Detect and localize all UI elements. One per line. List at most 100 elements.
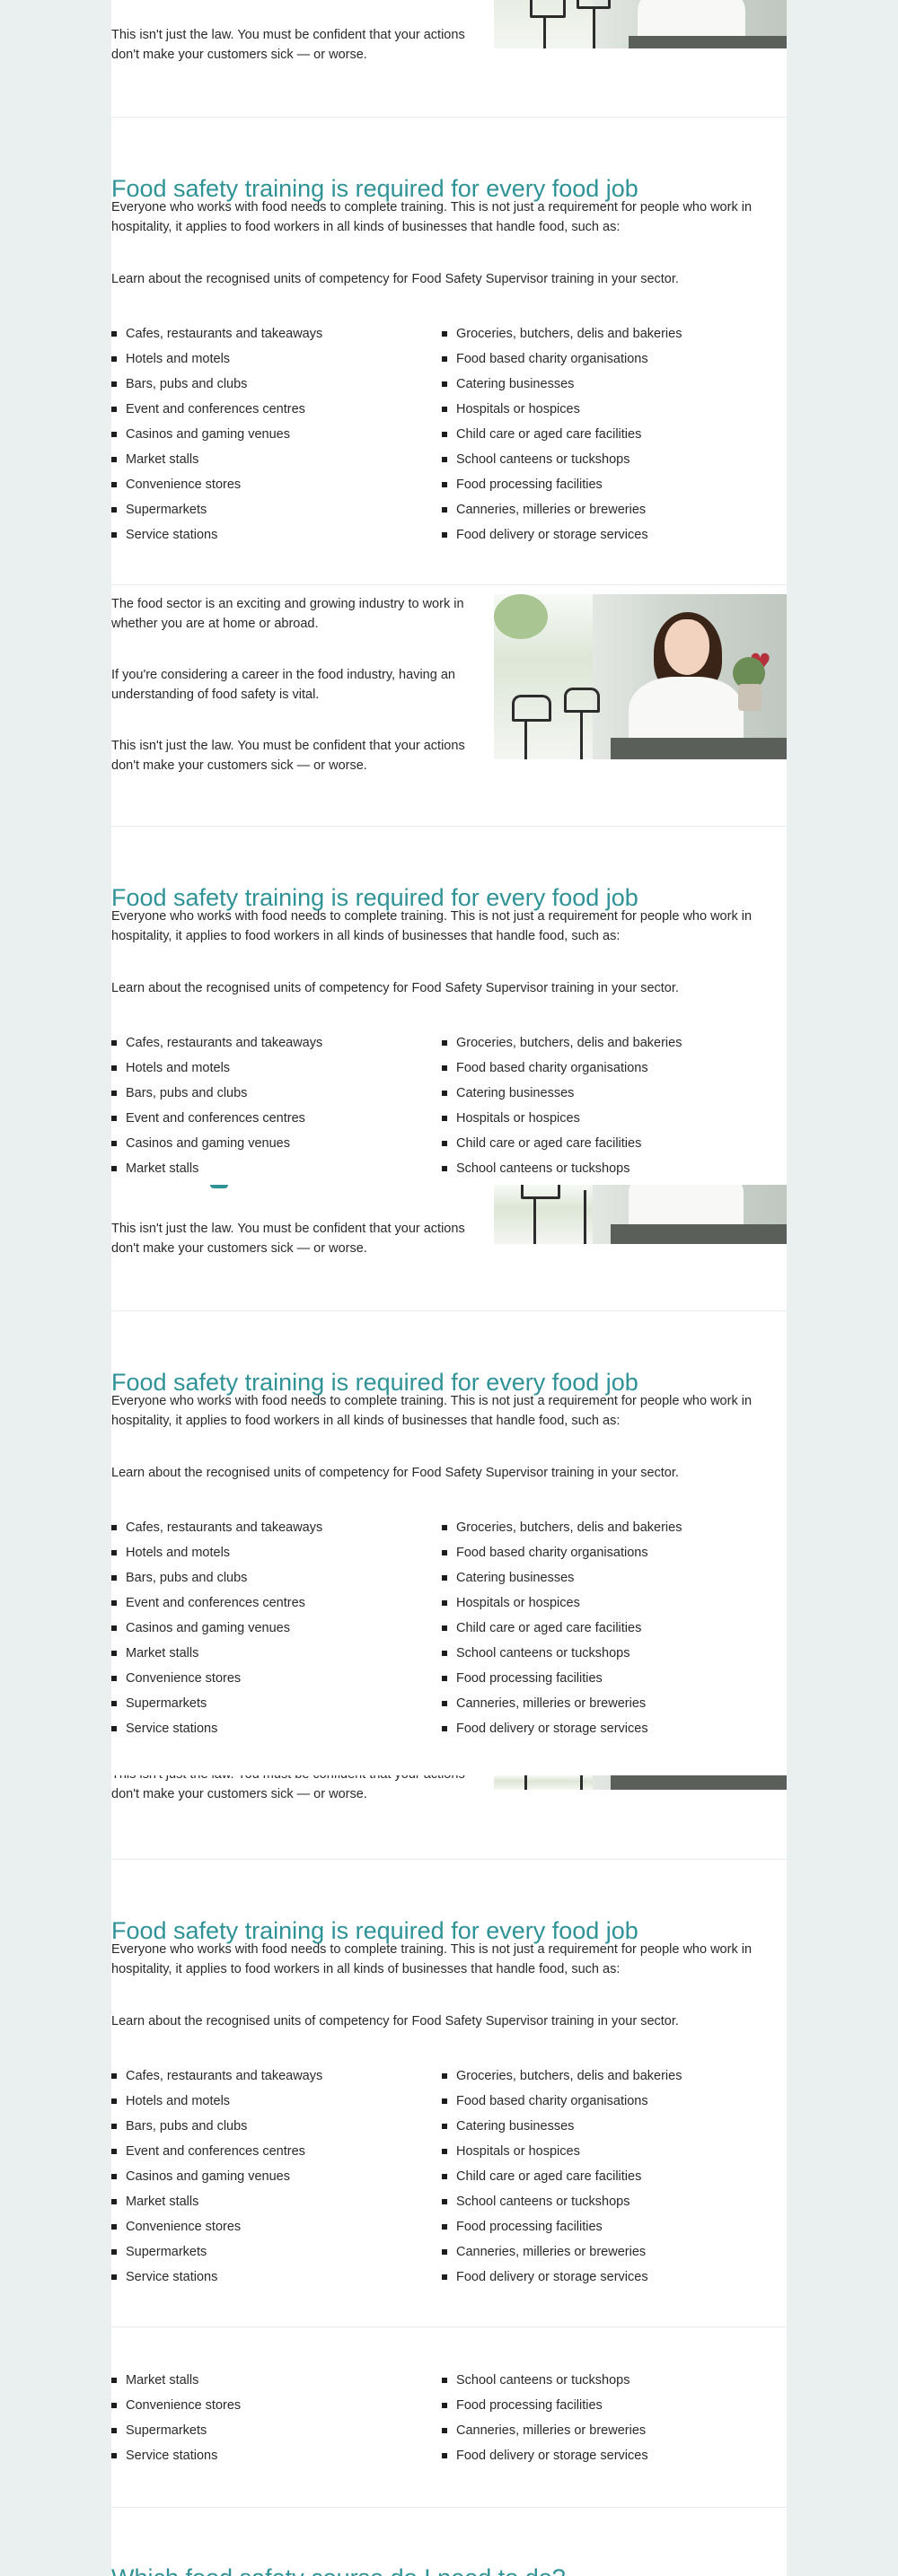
intro-paragraph-3: This isn't just the law. You must be con… bbox=[111, 1222, 465, 1256]
chair-image bbox=[521, 1185, 560, 1199]
list-item: Cafes, restaurants and takeaways bbox=[111, 2066, 435, 2091]
list-item: Hotels and motels bbox=[111, 349, 435, 374]
training-section-2: Food safety training is required for eve… bbox=[111, 827, 787, 1185]
list-item: Food based charity organisations bbox=[442, 2091, 765, 2116]
list-item: Convenience stores bbox=[111, 2217, 435, 2242]
business-list-left: Cafes, restaurants and takeaways Hotels … bbox=[111, 2066, 435, 2292]
list-item: Casinos and gaming venues bbox=[111, 1618, 435, 1643]
window-image bbox=[494, 1775, 593, 1790]
intro-paragraph-3: This isn't just the law. You must be con… bbox=[111, 739, 465, 773]
intro-paragraph-3: This isn't just the law. You must be con… bbox=[111, 1775, 465, 1801]
list-item: Hotels and motels bbox=[111, 1543, 435, 1568]
list-item: Food delivery or storage services bbox=[442, 525, 765, 550]
list-item: Food processing facilities bbox=[442, 2396, 765, 2421]
list-item: Canneries, milleries or breweries bbox=[442, 2421, 765, 2446]
list-item: Bars, pubs and clubs bbox=[111, 1568, 435, 1593]
list-item: Casinos and gaming venues bbox=[111, 2167, 435, 2192]
list-fragment-section: Market stalls Convenience stores Superma… bbox=[111, 2327, 787, 2507]
chair-image bbox=[577, 0, 611, 9]
list-item: Hotels and motels bbox=[111, 2091, 435, 2116]
list-item: Child care or aged care facilities bbox=[442, 1134, 765, 1159]
chair-leg bbox=[580, 1775, 583, 1790]
chair-leg bbox=[593, 9, 595, 48]
list-item: Market stalls bbox=[111, 450, 435, 475]
woman-face-image bbox=[665, 619, 709, 675]
business-list-right: School canteens or tuckshops Food proces… bbox=[442, 2370, 765, 2471]
list-item: Groceries, butchers, delis and bakeries bbox=[442, 1033, 765, 1058]
list-item: Market stalls bbox=[111, 2192, 435, 2217]
chair-image bbox=[512, 695, 551, 722]
chair-leg bbox=[584, 1190, 586, 1244]
business-list-left: Cafes, restaurants and takeaways Hotels … bbox=[111, 324, 435, 550]
table-image bbox=[629, 36, 787, 48]
list-item: Food delivery or storage services bbox=[442, 2446, 765, 2471]
list-item: Food based charity organisations bbox=[442, 1543, 765, 1568]
training-description: Everyone who works with food needs to co… bbox=[111, 1394, 753, 1428]
list-item: Supermarkets bbox=[111, 1694, 435, 1719]
chair-image bbox=[564, 688, 600, 713]
page: This isn't just the law. You must be con… bbox=[111, 0, 787, 2576]
list-item: Catering businesses bbox=[442, 1568, 765, 1593]
list-item: Food delivery or storage services bbox=[442, 2267, 765, 2292]
training-section-1: Food safety training is required for eve… bbox=[111, 118, 787, 584]
table-image bbox=[611, 1775, 787, 1790]
list-item: Canneries, milleries or breweries bbox=[442, 2242, 765, 2267]
intro-section: The food sector is an exciting and growi… bbox=[111, 585, 787, 826]
list-item: School canteens or tuckshops bbox=[442, 2370, 765, 2396]
business-list-left: Cafes, restaurants and takeaways Hotels … bbox=[111, 1033, 435, 1184]
list-item: School canteens or tuckshops bbox=[442, 1159, 765, 1184]
business-list-right: Groceries, butchers, delis and bakeries … bbox=[442, 324, 765, 550]
list-item: Food delivery or storage services bbox=[442, 1719, 765, 1744]
list-item: Cafes, restaurants and takeaways bbox=[111, 1518, 435, 1543]
list-item: Market stalls bbox=[111, 1159, 435, 1184]
training-section-4: Food safety training is required for eve… bbox=[111, 1860, 787, 2326]
chair-leg bbox=[543, 18, 546, 48]
list-item: Supermarkets bbox=[111, 500, 435, 525]
list-item: Hospitals or hospices bbox=[442, 399, 765, 425]
list-item: Service stations bbox=[111, 2446, 435, 2471]
cafe-worker-photo bbox=[494, 1775, 787, 1790]
list-item: Supermarkets bbox=[111, 2421, 435, 2446]
list-item: Convenience stores bbox=[111, 1669, 435, 1694]
list-item: Food based charity organisations bbox=[442, 349, 765, 374]
list-item: Groceries, butchers, delis and bakeries bbox=[442, 2066, 765, 2091]
list-item: Bars, pubs and clubs bbox=[111, 374, 435, 399]
table-image bbox=[611, 1224, 787, 1244]
list-item: Food processing facilities bbox=[442, 475, 765, 500]
training-learn-text: Learn about the recognised units of comp… bbox=[111, 272, 679, 286]
list-item: Child care or aged care facilities bbox=[442, 1618, 765, 1643]
list-item: Cafes, restaurants and takeaways bbox=[111, 1033, 435, 1058]
list-item: Hospitals or hospices bbox=[442, 2142, 765, 2167]
list-item: Bars, pubs and clubs bbox=[111, 1083, 435, 1108]
intro-paragraph-2: If you're considering a career in the fo… bbox=[111, 668, 455, 702]
list-item: Service stations bbox=[111, 525, 435, 550]
list-item: Hospitals or hospices bbox=[442, 1593, 765, 1618]
list-item: Supermarkets bbox=[111, 2242, 435, 2267]
list-item: Market stalls bbox=[111, 2370, 435, 2396]
cafe-worker-photo bbox=[494, 0, 787, 48]
intro-paragraph-1: The food sector is an exciting and growi… bbox=[111, 597, 464, 631]
list-item: Casinos and gaming venues bbox=[111, 1134, 435, 1159]
list-item: Canneries, milleries or breweries bbox=[442, 1694, 765, 1719]
list-item: Canneries, milleries or breweries bbox=[442, 500, 765, 525]
business-list-right: Groceries, butchers, delis and bakeries … bbox=[442, 1518, 765, 1744]
training-section-3: Food safety training is required for eve… bbox=[111, 1311, 787, 1778]
business-list-right: Groceries, butchers, delis and bakeries … bbox=[442, 2066, 765, 2292]
list-item: Groceries, butchers, delis and bakeries bbox=[442, 1518, 765, 1543]
list-item: Event and conferences centres bbox=[111, 2142, 435, 2167]
list-item: Event and conferences centres bbox=[111, 1593, 435, 1618]
list-item: Food processing facilities bbox=[442, 2217, 765, 2242]
intro-section-partial: This isn't just the law. You must be con… bbox=[111, 1185, 787, 1310]
chair-leg bbox=[533, 1199, 536, 1244]
intro-paragraph-3: This isn't just the law. You must be con… bbox=[111, 28, 465, 62]
list-item: Child care or aged care facilities bbox=[442, 425, 765, 450]
business-list-right: Groceries, butchers, delis and bakeries … bbox=[442, 1033, 765, 1184]
list-item: Casinos and gaming venues bbox=[111, 425, 435, 450]
list-item: Groceries, butchers, delis and bakeries bbox=[442, 324, 765, 349]
list-item: Catering businesses bbox=[442, 1083, 765, 1108]
chair-image bbox=[530, 0, 566, 18]
pot-image bbox=[738, 684, 762, 711]
list-item: Catering businesses bbox=[442, 2116, 765, 2142]
list-item: Cafes, restaurants and takeaways bbox=[111, 324, 435, 349]
list-item: Food processing facilities bbox=[442, 1669, 765, 1694]
